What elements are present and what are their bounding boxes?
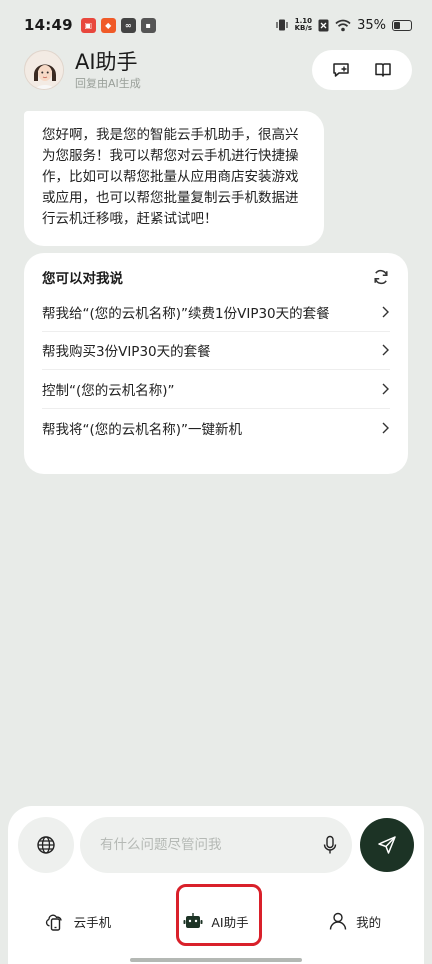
assistant-greeting-bubble: 您好啊，我是您的智能云手机助手，很高兴为您服务！我可以帮您对云手机进行快捷操作，… — [24, 111, 324, 246]
suggestion-item[interactable]: 控制“(您的云机名称)” — [42, 370, 390, 409]
chevron-right-icon — [382, 383, 389, 395]
new-chat-button[interactable] — [327, 56, 355, 84]
message-app-icon: ▪ — [140, 17, 156, 33]
header-actions — [312, 50, 412, 90]
suggestions-card: 您可以对我说 帮我给“(您的云机名称)”续费1份VIP30天的套餐 帮我购买3份… — [24, 253, 408, 474]
chat-input-row — [18, 816, 414, 874]
chat-input-box — [80, 817, 352, 873]
globe-icon — [37, 836, 55, 854]
bottom-nav: 云手机 AI助手 我的 — [8, 896, 424, 946]
shopping-app-icon: ◆ — [100, 17, 116, 33]
suggestion-label: 控制“(您的云机名称)” — [42, 382, 175, 399]
history-book-button[interactable] — [369, 56, 397, 84]
web-search-button[interactable] — [18, 817, 74, 873]
book-icon — [375, 63, 391, 77]
suggestion-label: 帮我购买3份VIP30天的套餐 — [42, 344, 211, 361]
bottom-panel: 云手机 AI助手 我的 — [8, 806, 424, 964]
status-time: 14:49 — [24, 16, 73, 34]
send-icon — [378, 836, 396, 854]
robot-icon — [183, 913, 203, 928]
vibrate-icon — [276, 19, 288, 31]
page-subtitle: 回复由AI生成 — [75, 76, 141, 90]
news-app-icon: ▣ — [80, 17, 96, 33]
network-speed: 1.10 KB/s — [294, 17, 313, 32]
status-app-icons: ▣ ◆ ∞ ▪ — [80, 17, 156, 33]
refresh-icon[interactable] — [372, 268, 390, 286]
nav-label: 云手机 — [73, 914, 112, 930]
suggestion-item[interactable]: 帮我将“(您的云机名称)”一键新机 — [42, 409, 390, 448]
sim-off-icon — [318, 19, 329, 31]
home-indicator — [130, 958, 302, 962]
cloud-phone-icon — [45, 914, 62, 931]
nav-item-cloud-phone[interactable]: 云手机 — [8, 896, 147, 946]
link-app-icon: ∞ — [120, 17, 136, 33]
header: AI助手 回复由AI生成 — [24, 48, 412, 92]
nav-label: 我的 — [356, 914, 382, 930]
new-chat-icon — [333, 63, 349, 77]
status-indicators: 1.10 KB/s 35% — [275, 18, 412, 33]
suggestion-label: 帮我给“(您的云机名称)”续费1份VIP30天的套餐 — [42, 305, 330, 322]
suggestion-item[interactable]: 帮我购买3份VIP30天的套餐 — [42, 332, 390, 370]
nav-item-ai-assistant[interactable]: AI助手 — [147, 896, 286, 946]
page-title: AI助手 — [75, 49, 138, 74]
nav-label: AI助手 — [211, 914, 249, 930]
assistant-avatar — [24, 50, 64, 90]
status-bar: 14:49 ▣ ◆ ∞ ▪ 1.10 KB/s 35% — [0, 0, 432, 50]
person-icon — [329, 912, 347, 930]
suggestions-title: 您可以对我说 — [42, 271, 123, 287]
suggestion-label: 帮我将“(您的云机名称)”一键新机 — [42, 421, 243, 438]
chevron-right-icon — [382, 422, 389, 434]
microphone-icon[interactable] — [322, 835, 338, 855]
chat-input[interactable] — [100, 837, 322, 853]
chevron-right-icon — [382, 306, 389, 318]
send-button[interactable] — [360, 818, 414, 872]
suggestion-item[interactable]: 帮我给“(您的云机名称)”续费1份VIP30天的套餐 — [42, 293, 390, 332]
battery-percent: 35% — [357, 17, 386, 33]
chevron-right-icon — [382, 344, 389, 356]
nav-item-mine[interactable]: 我的 — [285, 896, 424, 946]
battery-icon — [392, 19, 412, 31]
wifi-icon — [335, 19, 351, 31]
